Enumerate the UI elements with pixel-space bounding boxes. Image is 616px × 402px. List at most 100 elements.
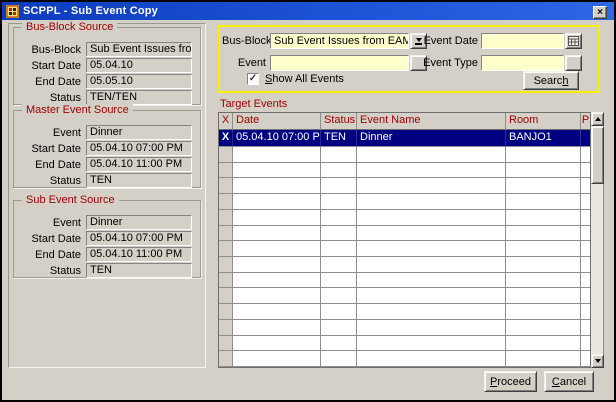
table-row-empty bbox=[219, 178, 590, 194]
table-cell-empty bbox=[321, 178, 357, 194]
table-cell-empty bbox=[357, 273, 506, 289]
field-label: Status bbox=[14, 265, 86, 277]
table-cell-empty bbox=[233, 210, 321, 226]
column-header-status: Status bbox=[321, 113, 357, 130]
table-row-empty bbox=[219, 226, 590, 242]
field-label: Event bbox=[14, 127, 86, 139]
field-label: Bus-Block bbox=[14, 44, 86, 56]
table-cell-empty bbox=[233, 273, 321, 289]
event-type-lov-button[interactable] bbox=[565, 55, 582, 71]
table-cell-empty bbox=[357, 178, 506, 194]
close-icon[interactable]: × bbox=[593, 6, 607, 19]
table-cell-empty bbox=[581, 178, 590, 194]
table-cell-empty bbox=[357, 241, 506, 257]
table-vertical-scrollbar[interactable] bbox=[591, 112, 604, 368]
bus-block-input[interactable]: Sub Event Issues from EAME bbox=[270, 33, 409, 49]
target-events-title: Target Events bbox=[220, 98, 287, 110]
event-input[interactable] bbox=[270, 55, 409, 71]
table-cell-empty bbox=[506, 336, 581, 352]
table-row-empty bbox=[219, 288, 590, 304]
table-cell-empty bbox=[321, 163, 357, 179]
table-cell-empty bbox=[321, 288, 357, 304]
table-row-empty bbox=[219, 320, 590, 336]
table-cell-empty bbox=[321, 273, 357, 289]
field-label: End Date bbox=[14, 76, 86, 88]
table-cell-empty bbox=[219, 320, 233, 336]
table-cell-empty bbox=[581, 257, 590, 273]
table-cell-empty bbox=[233, 304, 321, 320]
event-type-input[interactable] bbox=[481, 55, 564, 71]
bus-block-source-field: Sub Event Issues from EAME bbox=[86, 42, 192, 57]
table-cell-empty bbox=[233, 336, 321, 352]
group-title: Bus-Block Source bbox=[22, 21, 117, 33]
bus-block-label: Bus-Block bbox=[222, 35, 266, 48]
proceed-button[interactable]: Proceed bbox=[484, 371, 537, 392]
sub-end-date-field: 05.04.10 11:00 PM bbox=[86, 247, 192, 262]
scrollbar-thumb[interactable] bbox=[591, 126, 604, 184]
table-cell-empty bbox=[506, 226, 581, 242]
table-cell-empty bbox=[219, 226, 233, 242]
table-row-empty bbox=[219, 163, 590, 179]
table-cell-empty bbox=[581, 226, 590, 242]
search-button[interactable]: Search bbox=[523, 71, 579, 90]
table-cell-empty bbox=[357, 304, 506, 320]
table-cell-empty bbox=[321, 147, 357, 163]
field-label: Event bbox=[14, 217, 86, 229]
column-header-event-name: Event Name bbox=[357, 113, 506, 130]
field-label: End Date bbox=[14, 249, 86, 261]
table-cell-empty bbox=[219, 288, 233, 304]
table-cell-empty bbox=[233, 351, 321, 367]
table-cell-status: TEN bbox=[321, 130, 357, 147]
table-cell-empty bbox=[321, 320, 357, 336]
search-panel: Bus-Block Sub Event Issues from EAME Eve… bbox=[218, 25, 600, 93]
event-date-input[interactable] bbox=[481, 33, 564, 49]
group-title: Sub Event Source bbox=[22, 194, 119, 206]
table-cell-empty bbox=[581, 210, 590, 226]
field-label: Status bbox=[14, 175, 86, 187]
sub-status-field: TEN bbox=[86, 263, 192, 278]
scroll-up-button[interactable] bbox=[591, 112, 604, 126]
table-cell-empty bbox=[219, 178, 233, 194]
table-cell-empty bbox=[581, 351, 590, 367]
table-cell-empty bbox=[233, 163, 321, 179]
table-cell-empty bbox=[581, 320, 590, 336]
table-cell-empty bbox=[321, 210, 357, 226]
table-cell-empty bbox=[233, 288, 321, 304]
table-cell-empty bbox=[233, 241, 321, 257]
table-header-row: X Date Status Event Name Room P bbox=[219, 113, 590, 130]
table-cell-empty bbox=[321, 194, 357, 210]
table-cell-empty bbox=[219, 273, 233, 289]
table-cell-empty bbox=[321, 351, 357, 367]
table-cell-room: BANJO1 bbox=[506, 130, 581, 147]
table-cell-empty bbox=[357, 226, 506, 242]
table-cell-empty bbox=[233, 147, 321, 163]
field-label: Start Date bbox=[14, 233, 86, 245]
cancel-button[interactable]: Cancel bbox=[544, 371, 594, 392]
calendar-button[interactable] bbox=[565, 33, 582, 49]
table-row-selected[interactable]: X 05.04.10 07:00 PM TEN Dinner BANJO1 bbox=[219, 130, 590, 147]
table-cell-empty bbox=[321, 241, 357, 257]
group-title: Master Event Source bbox=[22, 104, 133, 116]
table-cell-empty bbox=[357, 210, 506, 226]
title-bar[interactable]: SCPPL - Sub Event Copy × bbox=[2, 2, 614, 20]
table-cell-x: X bbox=[219, 130, 233, 147]
table-cell-empty bbox=[233, 178, 321, 194]
table-cell-empty bbox=[581, 163, 590, 179]
table-cell-empty bbox=[506, 163, 581, 179]
column-header-p: P bbox=[581, 113, 590, 130]
table-cell-empty bbox=[219, 304, 233, 320]
table-row-empty bbox=[219, 273, 590, 289]
table-cell-empty bbox=[219, 351, 233, 367]
table-cell-empty bbox=[321, 226, 357, 242]
table-cell-event-name: Dinner bbox=[357, 130, 506, 147]
table-row-empty bbox=[219, 351, 590, 367]
column-header-x: X bbox=[219, 113, 233, 130]
table-row-empty bbox=[219, 304, 590, 320]
event-date-label: Event Date bbox=[416, 35, 478, 48]
scroll-down-button[interactable] bbox=[591, 354, 604, 368]
table-cell-empty bbox=[506, 241, 581, 257]
field-label: Status bbox=[14, 92, 86, 104]
show-all-events-checkbox[interactable]: ✓ bbox=[247, 73, 259, 85]
table-cell-empty bbox=[219, 194, 233, 210]
table-row-empty bbox=[219, 336, 590, 352]
